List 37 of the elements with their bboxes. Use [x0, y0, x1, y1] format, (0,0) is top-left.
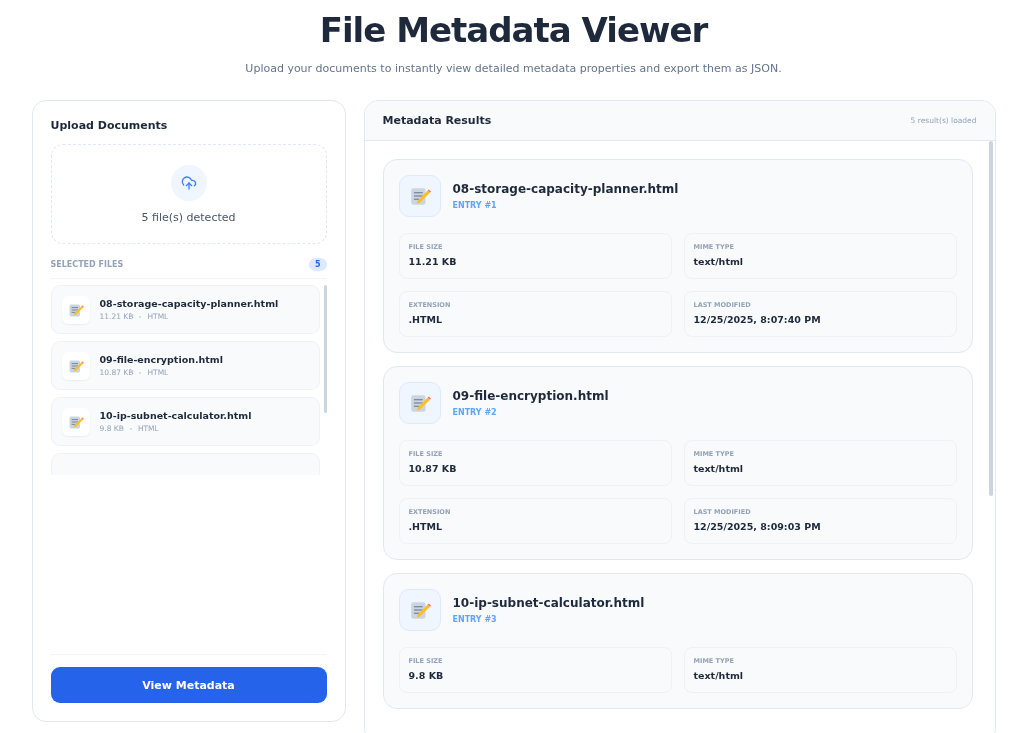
memo-icon	[67, 413, 84, 430]
field-value: text/html	[693, 463, 745, 474]
count-badge: 5	[308, 258, 327, 271]
field-value: .HTML	[408, 521, 444, 532]
memo-icon	[408, 185, 431, 207]
field-value: 9.8 KB	[408, 670, 445, 681]
field-value: 12/25/2025, 8:07:40 PM	[693, 314, 822, 325]
view-metadata-button[interactable]: View Metadata	[50, 667, 327, 703]
upload-cloud-icon	[180, 174, 197, 191]
entry-label: ENTRY #1	[452, 201, 498, 210]
entry-label: ENTRY #3	[452, 615, 498, 624]
scrollbar[interactable]	[323, 285, 327, 413]
field-value: text/html	[693, 256, 745, 267]
panel-title: Metadata Results	[382, 114, 492, 127]
page-title: File Metadata Viewer	[319, 10, 708, 50]
file-name: 09-file-encryption.html	[99, 354, 224, 365]
scrollbar[interactable]	[988, 141, 993, 496]
card-file-name: 09-file-encryption.html	[452, 389, 609, 403]
card-file-name: 10-ip-subnet-calculator.html	[452, 596, 645, 610]
entry-label: ENTRY #2	[452, 408, 498, 417]
field-value: text/html	[693, 670, 745, 681]
file-name: 08-storage-capacity-planner.html	[99, 298, 279, 309]
page-subtitle: Upload your documents to instantly view detailed metadata properties and export them as JSON.	[244, 61, 783, 77]
field-value: .HTML	[408, 314, 444, 325]
memo-icon	[67, 301, 84, 318]
file-name: 10-ip-subnet-calculator.html	[99, 410, 252, 421]
card-file-name: 08-storage-capacity-planner.html	[452, 182, 679, 196]
field-value: 12/25/2025, 8:09:03 PM	[693, 521, 822, 532]
panel-title: Upload Documents	[50, 119, 169, 132]
memo-icon	[408, 392, 431, 414]
memo-icon	[408, 599, 431, 621]
memo-icon	[67, 357, 84, 374]
dropzone[interactable]: 5 file(s) detected	[50, 144, 327, 244]
field-value: 11.21 KB	[408, 256, 458, 267]
section-label: SELECTED FILES	[50, 260, 124, 269]
field-value: 10.87 KB	[408, 463, 458, 474]
dropzone-text: 5 file(s) detected	[141, 210, 236, 224]
